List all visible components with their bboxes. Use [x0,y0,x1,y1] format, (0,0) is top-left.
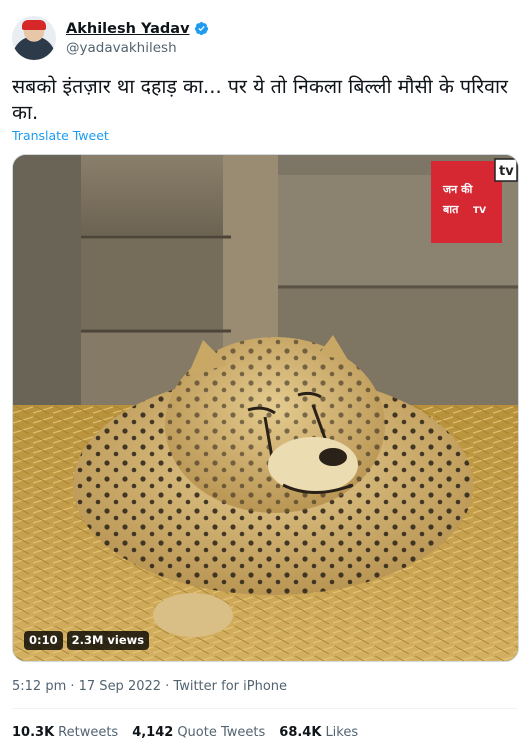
watermark-text-1: जन की [442,182,474,196]
tweet-timestamp[interactable]: 5:12 pm · 17 Sep 2022 · Twitter for iPho… [12,679,287,694]
avatar[interactable] [12,16,56,60]
quotes-count: 4,142 [132,725,174,740]
divider-top [12,708,517,709]
author-handle[interactable]: @yadavakhilesh [66,40,209,56]
quotes-label: Quote Tweets [177,725,266,740]
name-row: Akhilesh Yadav [66,21,209,37]
watermark-text-2: बात [442,203,459,216]
video-badges: 0:10 2.3M views [24,631,150,650]
tweet-text: सबको इंतज़ार था दहाड़ का... पर ये तो निक… [12,75,509,124]
video-duration: 0:10 [24,631,63,650]
avatar-cap [22,20,46,30]
likes-label: Likes [325,725,359,740]
tweet-stats: 10.3K Retweets 4,142 Quote Tweets 68.4K Lik… [12,725,358,740]
tweet-card: Akhilesh Yadav @yadavakhilesh सबको इंतज़… [0,0,529,746]
video-frame: जन की बात TV tv [13,155,518,661]
verified-badge-icon [194,21,208,36]
tweet-header: Akhilesh Yadav @yadavakhilesh [12,14,209,62]
likes-stat[interactable]: 68.4K Likes [279,725,358,740]
retweets-stat[interactable]: 10.3K Retweets [12,725,118,740]
translate-tweet-link[interactable]: Translate Tweet [12,128,109,143]
tv-logo-label: tv [499,164,514,179]
quote-tweets-stat[interactable]: 4,142 Quote Tweets [132,725,265,740]
author-display-name[interactable]: Akhilesh Yadav [66,21,190,37]
retweets-count: 10.3K [12,725,55,740]
video-views: 2.3M views [66,631,150,650]
likes-count: 68.4K [279,725,322,740]
author-names: Akhilesh Yadav @yadavakhilesh [66,21,209,56]
retweets-label: Retweets [58,725,119,740]
watermark-text-3: TV [473,206,486,216]
video-player[interactable]: जन की बात TV tv [12,154,519,662]
